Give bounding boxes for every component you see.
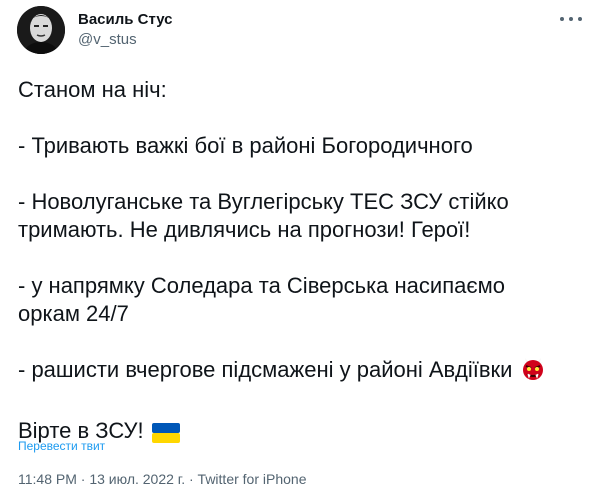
meta-separator: · [76,471,90,487]
tweet-line: - у напрямку Соледара та Сіверська насип… [18,273,505,326]
author-display-name[interactable]: Василь Стус [78,10,173,30]
tweet-line-with-emoji: - рашисти вчергове підсмажені у районі А… [18,356,588,389]
avatar-portrait-icon [17,6,65,54]
tweet-line: - рашисти вчергове підсмажені у районі А… [18,357,513,382]
tweet-time[interactable]: 11:48 PM [18,471,77,487]
translate-tweet-link[interactable]: Перевести твит [18,438,105,454]
tweet-line: Станом на ніч: [18,77,167,102]
tweet-text: Станом на ніч: - Тривають важкі бої в ра… [18,76,588,450]
tweet-line: - Тривають важкі бої в районі Богородичн… [18,133,473,158]
tweet-date[interactable]: 13 июл. 2022 г. [89,471,185,487]
author-handle[interactable]: @v_stus [78,30,137,50]
tweet-metadata: 11:48 PM · 13 июл. 2022 г. · Twitter for… [18,470,306,488]
meta-separator: · [185,471,198,487]
ukraine-flag-icon [151,422,180,450]
ogre-mask-icon [520,356,546,389]
tweet-card: Василь Стус @v_stus Станом на ніч: - Три… [0,0,600,495]
avatar[interactable] [17,6,65,54]
tweet-line: - Новолуганське та Вуглегірську ТЕС ЗСУ … [18,189,509,242]
more-options-icon[interactable] [560,12,582,26]
tweet-source[interactable]: Twitter for iPhone [198,471,307,487]
